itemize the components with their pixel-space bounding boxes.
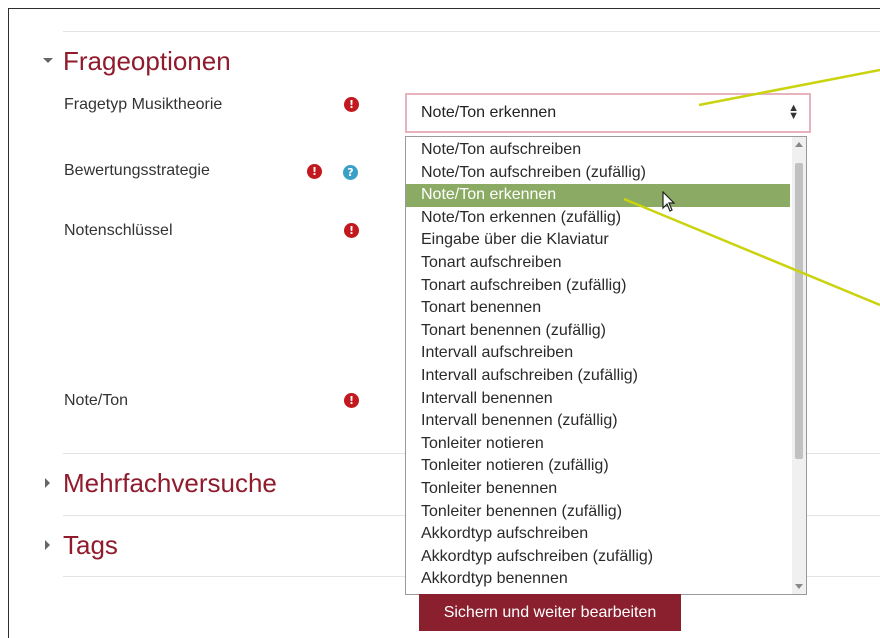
dropdown-option[interactable]: Tonleiter benennen xyxy=(406,478,790,501)
fragetyp-dropdown[interactable]: Note/Ton aufschreiben Note/Ton aufschreib… xyxy=(405,136,807,595)
dropdown-scrollbar[interactable] xyxy=(792,137,806,594)
scroll-up-icon[interactable] xyxy=(795,142,803,147)
caret-right-icon xyxy=(37,472,59,494)
dropdown-option[interactable]: Akkordtyp aufschreiben (zufällig) xyxy=(406,546,790,569)
dropdown-option[interactable]: Intervall benennen (zufällig) xyxy=(406,410,790,433)
form-frame: Frageoptionen Fragetyp Musiktheorie ! Be… xyxy=(8,8,880,638)
select-caret-icon: ▲ ▼ xyxy=(788,102,799,122)
caret-down-icon xyxy=(37,50,59,72)
save-continue-button[interactable]: Sichern und weiter bearbeiten xyxy=(419,594,681,631)
section-frageoptionen-toggle[interactable]: Frageoptionen xyxy=(37,46,231,76)
section-mehrfachversuche-toggle[interactable]: Mehrfachversuche xyxy=(37,468,277,498)
dropdown-option[interactable]: Tonart aufschreiben (zufällig) xyxy=(406,275,790,298)
required-icon: ! xyxy=(307,164,322,179)
select-value: Note/Ton erkennen xyxy=(421,104,557,121)
caret-right-icon xyxy=(37,534,59,556)
noteton-label: Note/Ton xyxy=(64,392,129,409)
dropdown-option[interactable]: Akkordtyp aufschreiben xyxy=(406,523,790,546)
section-title: Mehrfachversuche xyxy=(63,468,277,498)
dropdown-option[interactable]: Note/Ton erkennen xyxy=(406,184,790,207)
dropdown-option[interactable]: Note/Ton aufschreiben (zufällig) xyxy=(406,162,790,185)
dropdown-option[interactable]: Intervall aufschreiben (zufällig) xyxy=(406,365,790,388)
section-title: Frageoptionen xyxy=(63,46,231,76)
dropdown-option[interactable]: Tonart benennen xyxy=(406,297,790,320)
dropdown-option[interactable]: Tonart aufschreiben xyxy=(406,252,790,275)
section-tags-toggle[interactable]: Tags xyxy=(37,530,118,560)
required-icon: ! xyxy=(344,97,359,112)
required-icon: ! xyxy=(344,223,359,238)
scroll-thumb[interactable] xyxy=(795,163,803,459)
help-icon[interactable]: ? xyxy=(343,165,358,180)
option-list: Note/Ton aufschreiben Note/Ton aufschreib… xyxy=(406,139,790,591)
dropdown-option[interactable]: Tonart benennen (zufällig) xyxy=(406,320,790,343)
section-title: Tags xyxy=(63,530,118,560)
dropdown-option[interactable]: Intervall aufschreiben xyxy=(406,342,790,365)
mouse-cursor-icon xyxy=(662,191,676,212)
dropdown-option[interactable]: Tonleiter benennen (zufällig) xyxy=(406,501,790,524)
notenschluessel-label: Notenschlüssel xyxy=(64,222,173,239)
dropdown-option[interactable]: Note/Ton aufschreiben xyxy=(406,139,790,162)
dropdown-option[interactable]: Intervall benennen xyxy=(406,388,790,411)
dropdown-option[interactable]: Tonleiter notieren xyxy=(406,433,790,456)
bewertung-label: Bewertungsstrategie xyxy=(64,162,210,179)
required-icon: ! xyxy=(344,393,359,408)
dropdown-option[interactable]: Eingabe über die Klaviatur xyxy=(406,229,790,252)
scroll-down-icon[interactable] xyxy=(795,584,803,589)
dropdown-option[interactable]: Note/Ton erkennen (zufällig) xyxy=(406,207,790,230)
divider xyxy=(63,31,880,32)
fragetyp-select[interactable]: Note/Ton erkennen ▲ ▼ xyxy=(405,93,811,133)
dropdown-option[interactable]: Akkordtyp benennen xyxy=(406,568,790,591)
fragetyp-label: Fragetyp Musiktheorie xyxy=(64,96,223,113)
dropdown-option[interactable]: Tonleiter notieren (zufällig) xyxy=(406,455,790,478)
